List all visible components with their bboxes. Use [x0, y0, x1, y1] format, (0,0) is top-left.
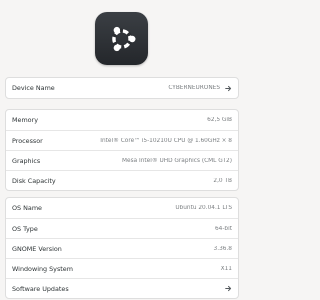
software-updates-row[interactable]: Software Updates	[6, 278, 238, 298]
os-name-value: Ubuntu 20.04.1 LTS	[175, 205, 232, 211]
software-card: OS Name Ubuntu 20.04.1 LTS OS Type 64-bi…	[5, 197, 239, 299]
graphics-value: Mesa Intel® UHD Graphics (CML GT2)	[122, 157, 232, 164]
memory-label: Memory	[12, 116, 38, 124]
os-name-label: OS Name	[12, 204, 42, 212]
memory-value: 62,5 GiB	[207, 117, 232, 123]
ubuntu-logo-icon	[95, 12, 148, 65]
os-name-row: OS Name Ubuntu 20.04.1 LTS	[6, 198, 238, 218]
windowing-system-value: X11	[220, 265, 232, 272]
memory-row: Memory 62,5 GiB	[6, 110, 238, 130]
windowing-system-row: Windowing System X11	[6, 258, 238, 278]
os-type-value: 64-bit	[214, 225, 232, 232]
disk-capacity-label: Disk Capacity	[12, 176, 56, 185]
disk-capacity-row: Disk Capacity 2,0 TB	[6, 170, 238, 190]
arrow-right-icon	[225, 85, 232, 92]
arrow-right-icon	[225, 285, 232, 292]
os-type-row: OS Type 64-bit	[6, 218, 238, 238]
gnome-version-row: GNOME Version 3.36.8	[6, 238, 238, 258]
device-name-label: Device Name	[12, 84, 55, 92]
device-name-card: Device Name CYBERNEURONES	[5, 77, 239, 99]
graphics-label: Graphics	[12, 156, 41, 165]
gnome-version-label: GNOME Version	[12, 244, 62, 253]
windowing-system-label: Windowing System	[12, 264, 73, 273]
gnome-version-value: 3.36.8	[213, 245, 232, 252]
processor-label: Processor	[12, 136, 43, 145]
device-name-row[interactable]: Device Name CYBERNEURONES	[6, 78, 238, 98]
hardware-card: Memory 62,5 GiB Processor Intel® Core™ i…	[5, 109, 239, 191]
os-type-label: OS Type	[12, 224, 38, 233]
os-logo	[95, 12, 148, 65]
software-updates-label: Software Updates	[12, 284, 69, 293]
graphics-row: Graphics Mesa Intel® UHD Graphics (CML G…	[6, 150, 238, 170]
processor-value: Intel® Core™ i5-10210U CPU @ 1.60GHz × 8	[100, 137, 232, 144]
disk-capacity-value: 2,0 TB	[213, 177, 232, 184]
processor-row: Processor Intel® Core™ i5-10210U CPU @ 1…	[6, 130, 238, 150]
device-name-value: CYBERNEURONES	[168, 85, 220, 91]
